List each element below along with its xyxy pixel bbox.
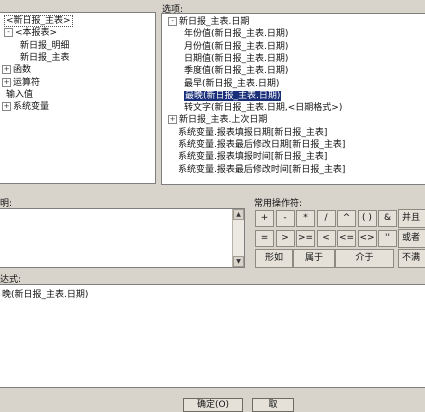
option-label: 年份值(新日报_主表.日期) [184, 29, 289, 40]
left-tree-item[interactable]: + 系统变量 [2, 101, 49, 113]
option-label: 系统变量.报表最后修改时间[新日报_主表] [178, 164, 346, 175]
option-label: 系统变量.报表最后修改日期[新日报_主表] [178, 140, 346, 150]
left-tree-item[interactable]: 输入值 [6, 89, 33, 101]
option-label: 新日报_主表.日期 [179, 17, 250, 27]
option-item[interactable]: 最早(新日报_主表.日期) [184, 78, 279, 90]
option-label: 日期值(新日报_主表.日期) [184, 53, 289, 64]
options-list-panel: - 新日报_主表.日期 年份值(新日报_主表.日期) 月份值(新日报_主表.日期) 日期… [161, 13, 425, 185]
logic-button[interactable]: 或者 [398, 229, 425, 248]
left-tree-label: 新日报_明细 [20, 40, 70, 51]
operator-button[interactable]: '' [378, 230, 397, 247]
scroll-down-arrow[interactable]: ▼ [233, 256, 244, 267]
logic-button[interactable]: 并且 [398, 209, 425, 228]
option-item[interactable]: 转文字(新日报_主表.日期,<日期格式>) [184, 102, 342, 114]
operator-button[interactable]: - [275, 210, 295, 227]
option-item[interactable]: 系统变量.报表填报时间[新日报_主表] [178, 151, 327, 163]
operator-word-button[interactable]: 属于 [293, 249, 335, 268]
operator-word-button[interactable]: 介于 [335, 249, 394, 268]
option-item[interactable]: 最晚(新日报_主表.日期) [184, 90, 282, 102]
left-tree-item[interactable]: 新日报_主表 [20, 52, 70, 64]
formula-text: 晚(新日报_主表.日期) [2, 290, 89, 300]
left-tree-panel: <新日报_主表> - <本报表> 新日报_明细 新日报_主表 + 函数 + 运算符 输入值 + 系统变… [0, 12, 156, 184]
option-label: 最晚(新日报_主表.日期) [184, 90, 282, 101]
left-tree-item[interactable]: - <本报表> [4, 27, 57, 39]
collapse-icon[interactable]: - [4, 28, 13, 38]
expand-icon[interactable]: + [2, 102, 11, 112]
operator-word-button[interactable]: 形如 [255, 249, 293, 268]
operators-label: 常用操作符: [254, 199, 303, 209]
left-tree-item[interactable]: + 函数 [2, 64, 31, 76]
cancel-button[interactable]: 取 [252, 398, 294, 412]
operator-button[interactable]: > [275, 230, 295, 247]
left-tree-item[interactable]: + 运算符 [2, 77, 40, 89]
expand-icon[interactable]: + [2, 77, 11, 87]
expand-icon[interactable]: + [168, 115, 177, 125]
option-label: 系统变量.报表填报日期[新日报_主表] [178, 127, 328, 138]
description-scrollbar[interactable]: ▲ ▼ [232, 209, 244, 267]
operator-button[interactable]: / [316, 210, 336, 227]
left-tree-label: 输入值 [6, 89, 34, 100]
option-item[interactable]: 系统变量.报表最后修改时间[新日报_主表] [178, 164, 345, 176]
operator-button[interactable]: & [378, 210, 397, 227]
option-label: 系统变量.报表填报时间[新日报_主表] [178, 152, 328, 163]
logic-button[interactable]: 不满足 [398, 249, 425, 268]
option-label: 月份值(新日报_主表.日期) [184, 41, 289, 52]
option-item[interactable]: 日期值(新日报_主表.日期) [184, 53, 288, 65]
operator-button[interactable]: + [255, 210, 274, 227]
formula-input[interactable]: 晚(新日报_主表.日期) [0, 284, 425, 388]
left-tree-label: 函数 [13, 65, 32, 76]
option-item[interactable]: 年份值(新日报_主表.日期) [184, 28, 288, 40]
option-item[interactable]: - 新日报_主表.日期 [168, 16, 249, 28]
collapse-icon[interactable]: - [168, 17, 177, 26]
option-label: 季度值(新日报_主表.日期) [184, 66, 289, 77]
operator-button[interactable]: <= [337, 230, 356, 247]
left-tree-label: 新日报_主表 [20, 52, 70, 63]
expand-icon[interactable]: + [2, 65, 11, 75]
operator-button[interactable]: = [255, 230, 274, 247]
left-tree-label: 运算符 [13, 77, 41, 88]
option-label: 转文字(新日报_主表.日期,<日期格式>) [184, 103, 343, 114]
left-tree-item[interactable]: <新日报_主表> [4, 15, 73, 27]
left-tree-item[interactable]: 新日报_明细 [20, 40, 70, 52]
operator-button[interactable]: * [296, 210, 315, 227]
operator-button[interactable]: ( ) [357, 210, 377, 227]
option-label: 新日报_主表.上次日期 [179, 115, 268, 126]
operator-button[interactable]: < [316, 230, 336, 247]
option-item[interactable]: 季度值(新日报_主表.日期) [184, 65, 288, 77]
operator-button[interactable]: ^ [337, 210, 356, 227]
description-area[interactable]: ▲ ▼ [0, 208, 245, 268]
option-item[interactable]: 月份值(新日报_主表.日期) [184, 41, 288, 53]
option-item[interactable]: + 新日报_主表.上次日期 [168, 114, 267, 126]
option-item[interactable]: 系统变量.报表最后修改日期[新日报_主表] [178, 139, 345, 151]
left-tree-label: 系统变量 [13, 102, 50, 113]
left-tree-label: <本报表> [15, 28, 58, 39]
left-tree-label: <新日报_主表> [4, 15, 73, 27]
option-label: 最早(新日报_主表.日期) [184, 78, 280, 89]
operator-button[interactable]: >= [296, 230, 315, 247]
scroll-up-arrow[interactable]: ▲ [233, 209, 244, 220]
ok-button[interactable]: 确定(O) [183, 398, 243, 412]
operator-button[interactable]: <> [357, 230, 377, 247]
option-item[interactable]: 系统变量.报表填报日期[新日报_主表] [178, 127, 327, 139]
